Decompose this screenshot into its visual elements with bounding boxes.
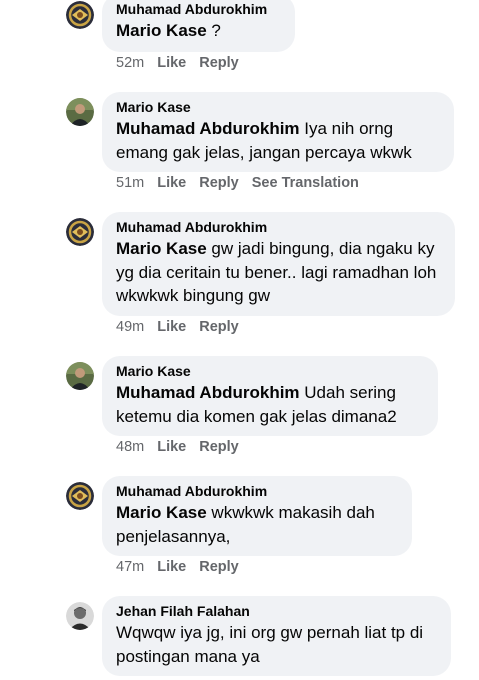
comment-text: Muhamad Abdurokhim Iya nih orng emang ga…	[116, 117, 440, 164]
comment-mention[interactable]: Mario Kase	[116, 503, 207, 522]
comment-mention[interactable]: Mario Kase	[116, 21, 207, 40]
reply-button[interactable]: Reply	[199, 55, 239, 71]
like-button[interactable]: Like	[157, 175, 186, 191]
comment-text: Mario Kase gw jadi bingung, dia ngaku ky…	[116, 237, 441, 308]
comment-bubble: Jehan Filah Falahan Wqwqw iya jg, ini or…	[102, 596, 451, 676]
reply-button[interactable]: Reply	[199, 319, 239, 335]
person-photo-avatar[interactable]	[66, 98, 94, 126]
comment-author[interactable]: Mario Kase	[116, 98, 440, 117]
comment-text: Mario Kase wkwkwk makasih dah penjelasan…	[116, 501, 398, 548]
like-button[interactable]: Like	[157, 319, 186, 335]
comment-author[interactable]: Jehan Filah Falahan	[116, 602, 437, 621]
comment-time[interactable]: 51m	[116, 175, 144, 191]
see-translation-link[interactable]: See Translation	[252, 175, 359, 191]
comment-time[interactable]: 49m	[116, 319, 144, 335]
comment-actions: 48m Like Reply	[116, 439, 252, 455]
like-button[interactable]: Like	[157, 559, 186, 575]
like-button[interactable]: Like	[157, 439, 186, 455]
comment-bubble: Muhamad Abdurokhim Mario Kase wkwkwk mak…	[102, 476, 412, 556]
person-photo-avatar[interactable]	[66, 362, 94, 390]
person-bw-avatar[interactable]	[66, 602, 94, 630]
comment-author[interactable]: Mario Kase	[116, 362, 424, 381]
comment-time[interactable]: 48m	[116, 439, 144, 455]
comment-mention[interactable]: Muhamad Abdurokhim	[116, 383, 300, 402]
reply-button[interactable]: Reply	[199, 175, 239, 191]
comment-text: Muhamad Abdurokhim Udah sering ketemu di…	[116, 381, 424, 428]
comment-body: ?	[206, 21, 221, 40]
comment-author[interactable]: Muhamad Abdurokhim	[116, 482, 398, 501]
comment-mention[interactable]: Mario Kase	[116, 239, 207, 258]
comment-bubble: Muhamad Abdurokhim Mario Kase gw jadi bi…	[102, 212, 455, 316]
comment-actions: 49m Like Reply	[116, 319, 252, 335]
comment-text: Mario Kase ?	[116, 19, 281, 43]
comment-bubble: Mario Kase Muhamad Abdurokhim Udah serin…	[102, 356, 438, 436]
comment-time[interactable]: 47m	[116, 559, 144, 575]
comment-actions: 47m Like Reply	[116, 559, 252, 575]
comment-text: Wqwqw iya jg, ini org gw pernah liat tp …	[116, 623, 424, 666]
comment-author[interactable]: Muhamad Abdurokhim	[116, 0, 281, 19]
comment-actions: 51m Like Reply See Translation	[116, 175, 372, 191]
like-button[interactable]: Like	[157, 55, 186, 71]
comment-bubble: Muhamad Abdurokhim Mario Kase ?	[102, 0, 295, 52]
gold-emblem-avatar[interactable]	[66, 1, 94, 29]
comment-bubble: Mario Kase Muhamad Abdurokhim Iya nih or…	[102, 92, 454, 172]
reply-button[interactable]: Reply	[199, 439, 239, 455]
comment-actions: 52m Like Reply	[116, 55, 252, 71]
comment-author[interactable]: Muhamad Abdurokhim	[116, 218, 441, 237]
reply-button[interactable]: Reply	[199, 559, 239, 575]
comment-time[interactable]: 52m	[116, 55, 144, 71]
comment-mention[interactable]: Muhamad Abdurokhim	[116, 119, 300, 138]
gold-emblem-avatar[interactable]	[66, 482, 94, 510]
gold-emblem-avatar[interactable]	[66, 218, 94, 246]
